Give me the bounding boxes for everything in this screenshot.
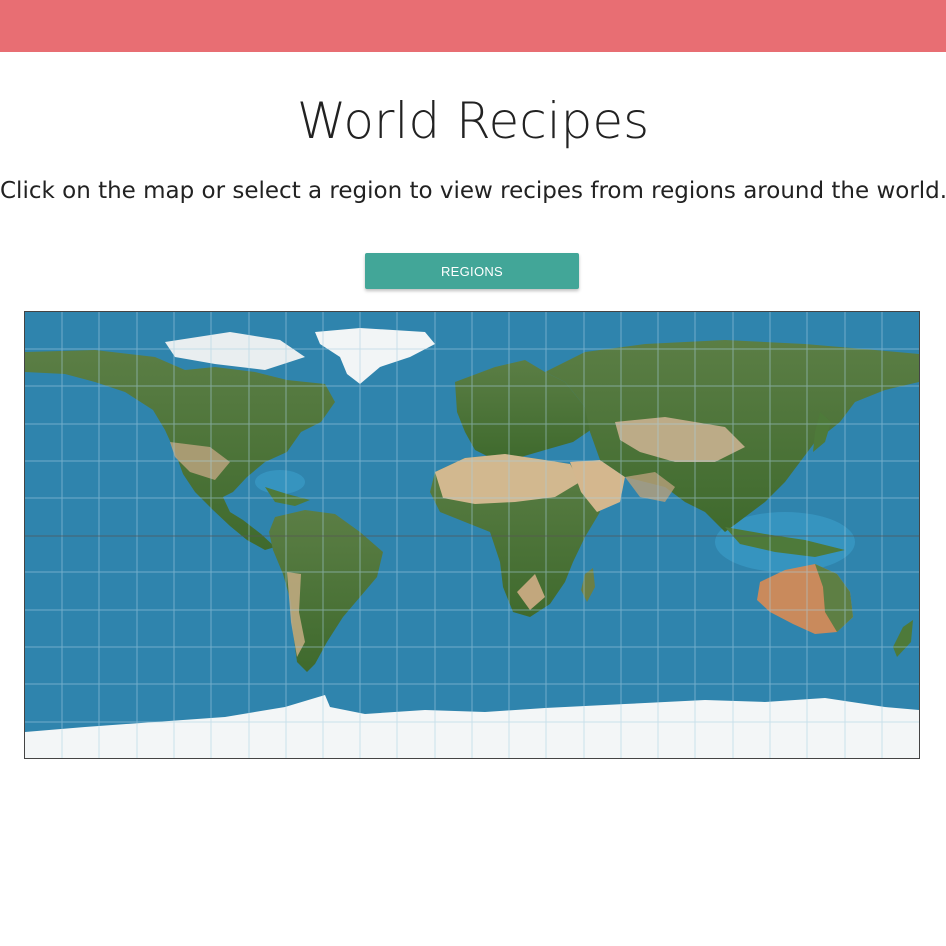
world-map[interactable] [24, 311, 920, 759]
page-subtitle: Click on the map or select a region to v… [0, 178, 946, 204]
page-title: World Recipes [296, 92, 650, 150]
regions-button[interactable]: REGIONS [365, 253, 579, 289]
top-header-bar [0, 0, 946, 52]
